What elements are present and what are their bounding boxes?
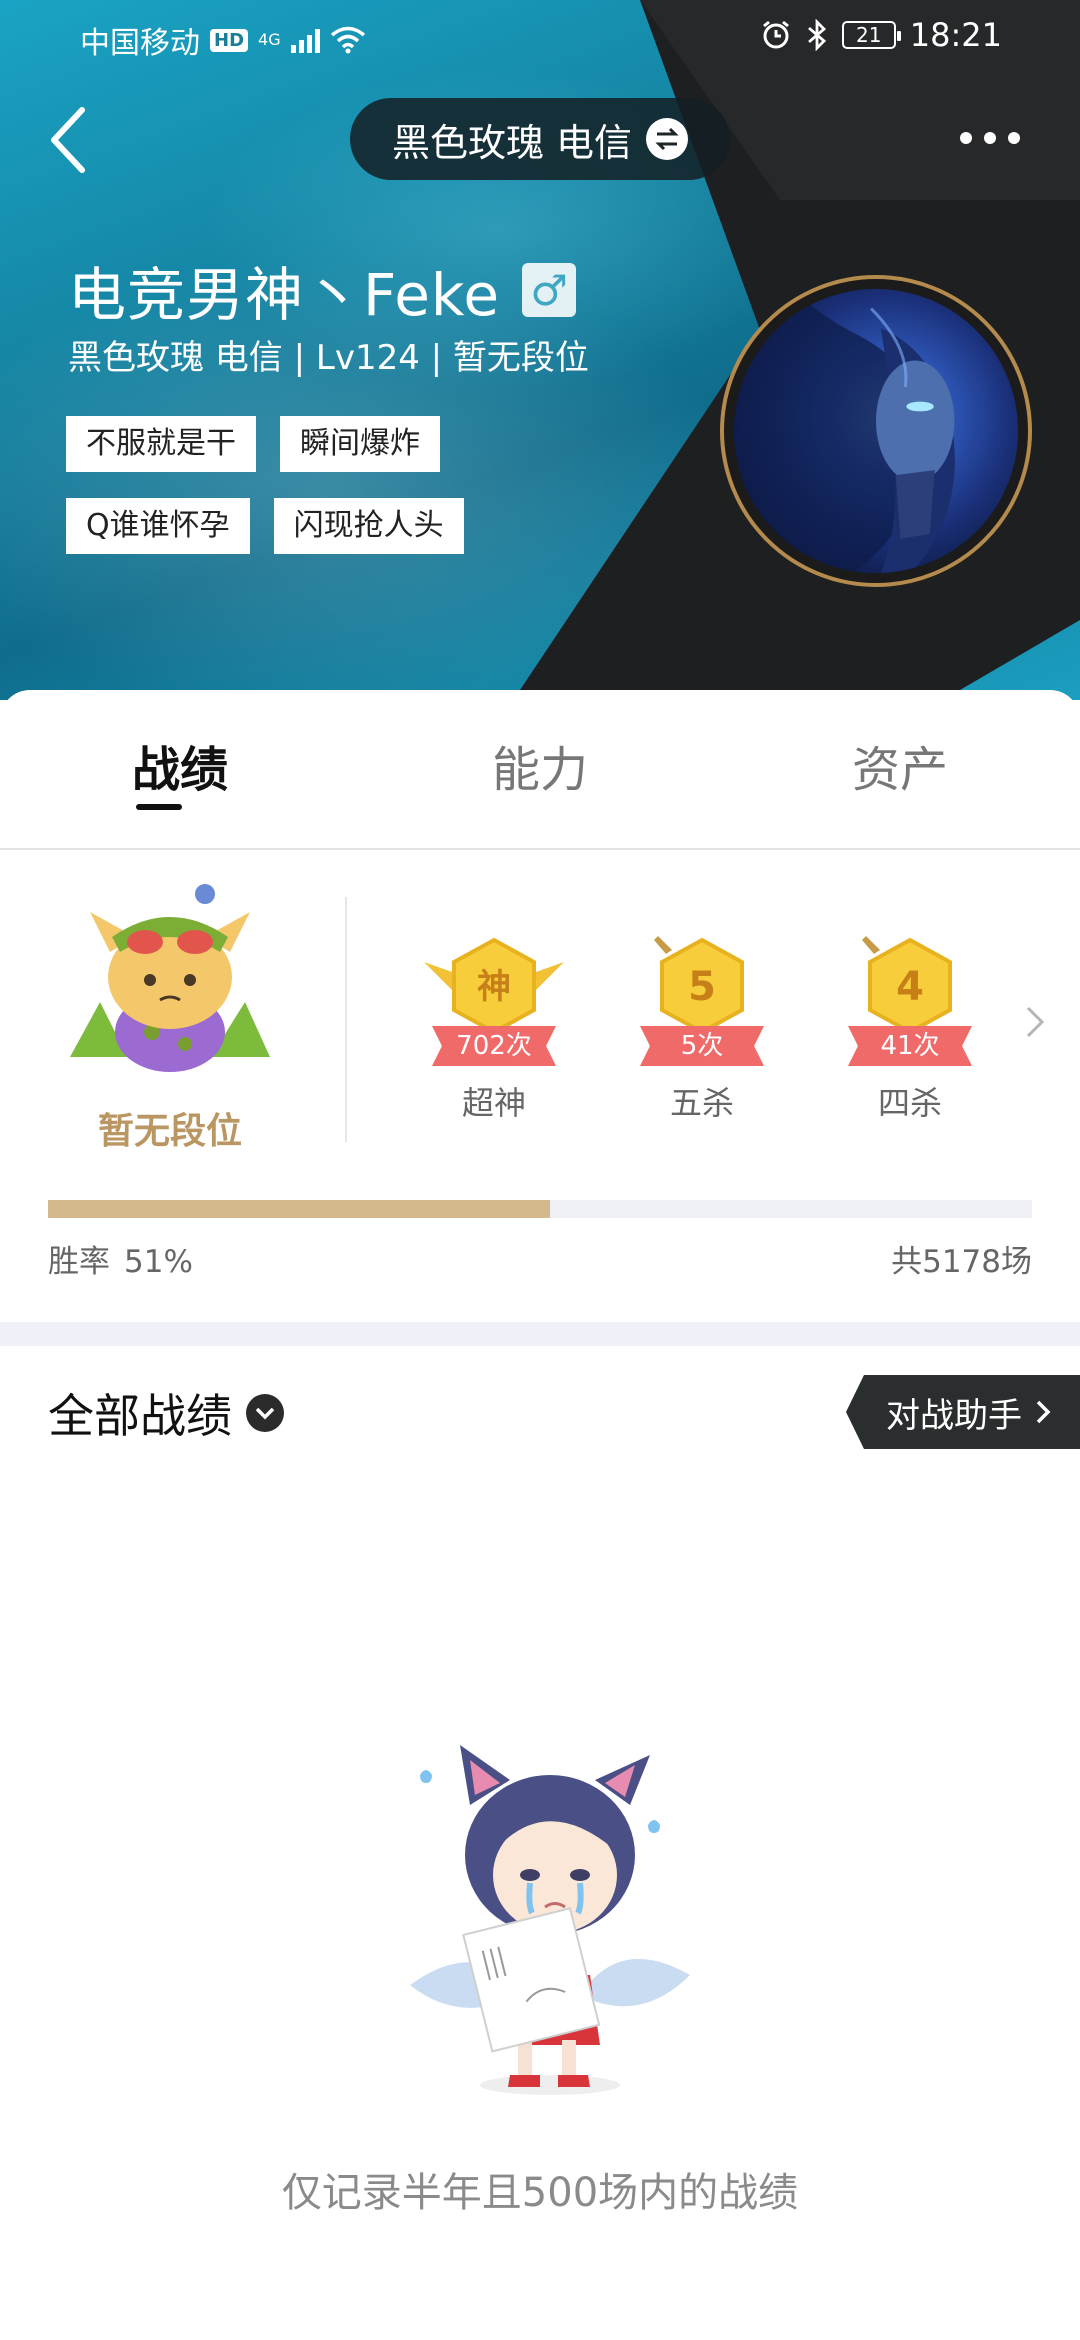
more-dot-icon [1008, 132, 1020, 144]
win-rate-label: 胜率 [48, 1244, 110, 1280]
back-button[interactable] [44, 100, 94, 180]
battle-assistant-button[interactable]: 对战助手 [846, 1375, 1080, 1449]
win-rate-fill [48, 1200, 550, 1218]
records-title: 全部战绩 [48, 1389, 232, 1443]
rank-label: 暂无段位 [97, 1111, 242, 1152]
empty-state-illustration [410, 1745, 690, 2095]
male-gender-icon: ♂ [522, 263, 577, 317]
active-tab-indicator [136, 804, 182, 810]
alarm-icon [762, 20, 789, 49]
badge-char: 神 [477, 967, 511, 1007]
achievement-count: 41次 [848, 1026, 972, 1066]
status-left: 中国移动 HD 4G [80, 18, 366, 62]
swap-icon [646, 118, 689, 160]
more-dot-icon [984, 132, 996, 144]
server-switch-button[interactable]: 黑色玫瑰 电信 [350, 98, 730, 180]
achievement-count: 5次 [640, 1026, 764, 1066]
nickname-row: 电竞男神丶Feke ♂ [68, 248, 577, 332]
tab-record[interactable]: 战绩 [80, 730, 280, 800]
rank-area[interactable]: 暂无段位 [40, 882, 300, 1154]
bluetooth-icon [807, 19, 826, 51]
more-options-button[interactable] [950, 118, 1030, 158]
stats-divider [345, 897, 347, 1142]
empty-state-message: 仅记录半年且500场内的战绩 [281, 2170, 799, 2216]
achievement-legendary[interactable]: 神 702次 超神 [420, 932, 568, 1124]
player-tags: 不服就是干 瞬间爆炸 Q谁谁怀孕 闪现抢人头 [66, 416, 536, 554]
hd-badge: HD [210, 28, 249, 52]
achievement-penta-kill[interactable]: 5 5次 五杀 [628, 932, 776, 1124]
avatar-portrait [734, 289, 955, 573]
player-tag: Q谁谁怀孕 [66, 498, 250, 554]
tab-ability[interactable]: 能力 [440, 730, 640, 800]
status-bar: 中国移动 HD 4G 21 18:21 [0, 0, 1080, 72]
tab-assets[interactable]: 资产 [800, 730, 1000, 800]
network-label: 4G [258, 30, 281, 49]
clock: 18:21 [909, 16, 1002, 54]
chevron-right-icon [1036, 1400, 1051, 1424]
chevron-down-icon [246, 1394, 284, 1432]
avatar-frame[interactable] [720, 275, 1032, 587]
player-subinfo: 黑色玫瑰 电信 | Lv124 | 暂无段位 [68, 338, 589, 378]
chevron-right-icon[interactable] [1020, 1002, 1050, 1042]
player-nickname: 电竞男神丶Feke [68, 261, 501, 329]
win-rate: 胜率 51% [48, 1236, 193, 1281]
battle-assistant-label: 对战助手 [886, 1395, 1022, 1436]
wifi-icon [330, 26, 365, 54]
carrier-label: 中国移动 [80, 26, 200, 61]
gender-symbol: ♂ [530, 265, 568, 315]
profile-tabs: 战绩 能力 资产 [0, 690, 1080, 850]
records-filter[interactable]: 全部战绩 [48, 1380, 284, 1446]
achievement-badge: 神 702次 [420, 932, 568, 1072]
achievement-badge: 4 41次 [836, 932, 984, 1072]
status-right: 21 18:21 [760, 16, 1002, 54]
achievement-label: 四杀 [877, 1084, 942, 1122]
win-rate-value: 51% [124, 1244, 193, 1280]
achievement-count: 702次 [432, 1026, 556, 1066]
server-label: 黑色玫瑰 电信 [391, 120, 633, 165]
more-dot-icon [960, 132, 972, 144]
win-rate-bar [48, 1200, 1032, 1218]
signal-icon [290, 27, 320, 53]
achievement-badge: 5 5次 [628, 932, 776, 1072]
profile-header: 中国移动 HD 4G 21 18:21 黑色玫瑰 电信 电竞男神丶Feke ♂ … [0, 0, 1080, 700]
badge-char: 4 [896, 964, 924, 1010]
achievement-quadra-kill[interactable]: 4 41次 四杀 [836, 932, 984, 1124]
badge-char: 5 [688, 964, 716, 1010]
player-tag: 不服就是干 [66, 416, 256, 472]
achievement-list: 神 702次 超神 5 5次 五杀 4 41次 四杀 [420, 932, 984, 1124]
player-tag: 闪现抢人头 [273, 498, 464, 554]
achievement-label: 超神 [461, 1084, 526, 1122]
total-games: 共5178场 [891, 1244, 1032, 1280]
player-tag: 瞬间爆炸 [280, 416, 440, 472]
avatar [734, 289, 1018, 573]
section-separator [0, 1322, 1080, 1346]
teemo-rank-icon [70, 884, 270, 1072]
battery-icon: 21 [841, 21, 901, 49]
stats-panel: 暂无段位 神 702次 超神 5 5次 五杀 4 41次 四杀 胜率 51% 共… [0, 852, 1080, 1322]
achievement-label: 五杀 [669, 1084, 734, 1122]
